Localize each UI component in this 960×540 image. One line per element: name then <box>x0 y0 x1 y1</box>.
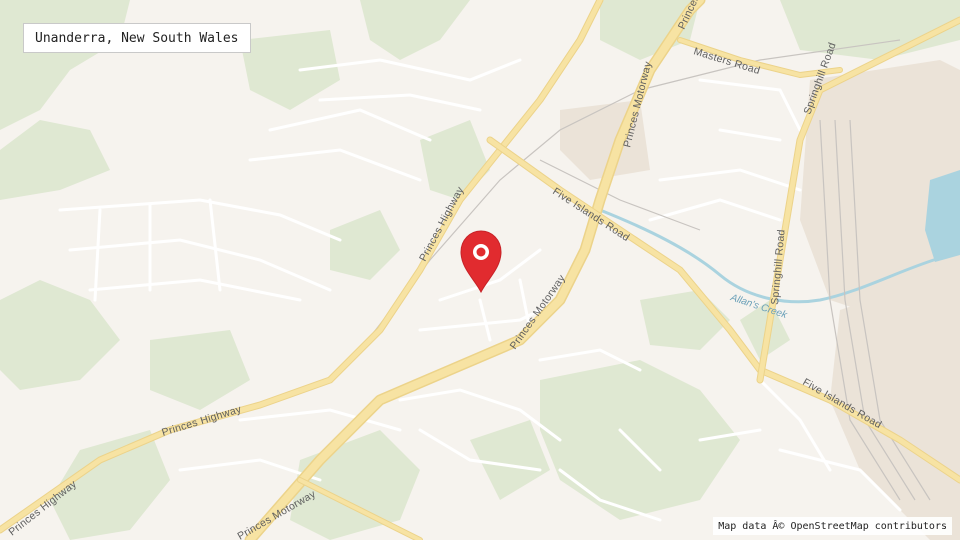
location-label: Unanderra, New South Wales <box>23 23 251 53</box>
map-canvas[interactable]: Princes Highway Princes Highway Princes … <box>0 0 960 540</box>
map-attribution[interactable]: Map data Â© OpenStreetMap contributors <box>713 517 952 535</box>
attribution-text: Map data Â© OpenStreetMap contributors <box>718 520 947 532</box>
location-label-text: Unanderra, New South Wales <box>35 30 239 46</box>
